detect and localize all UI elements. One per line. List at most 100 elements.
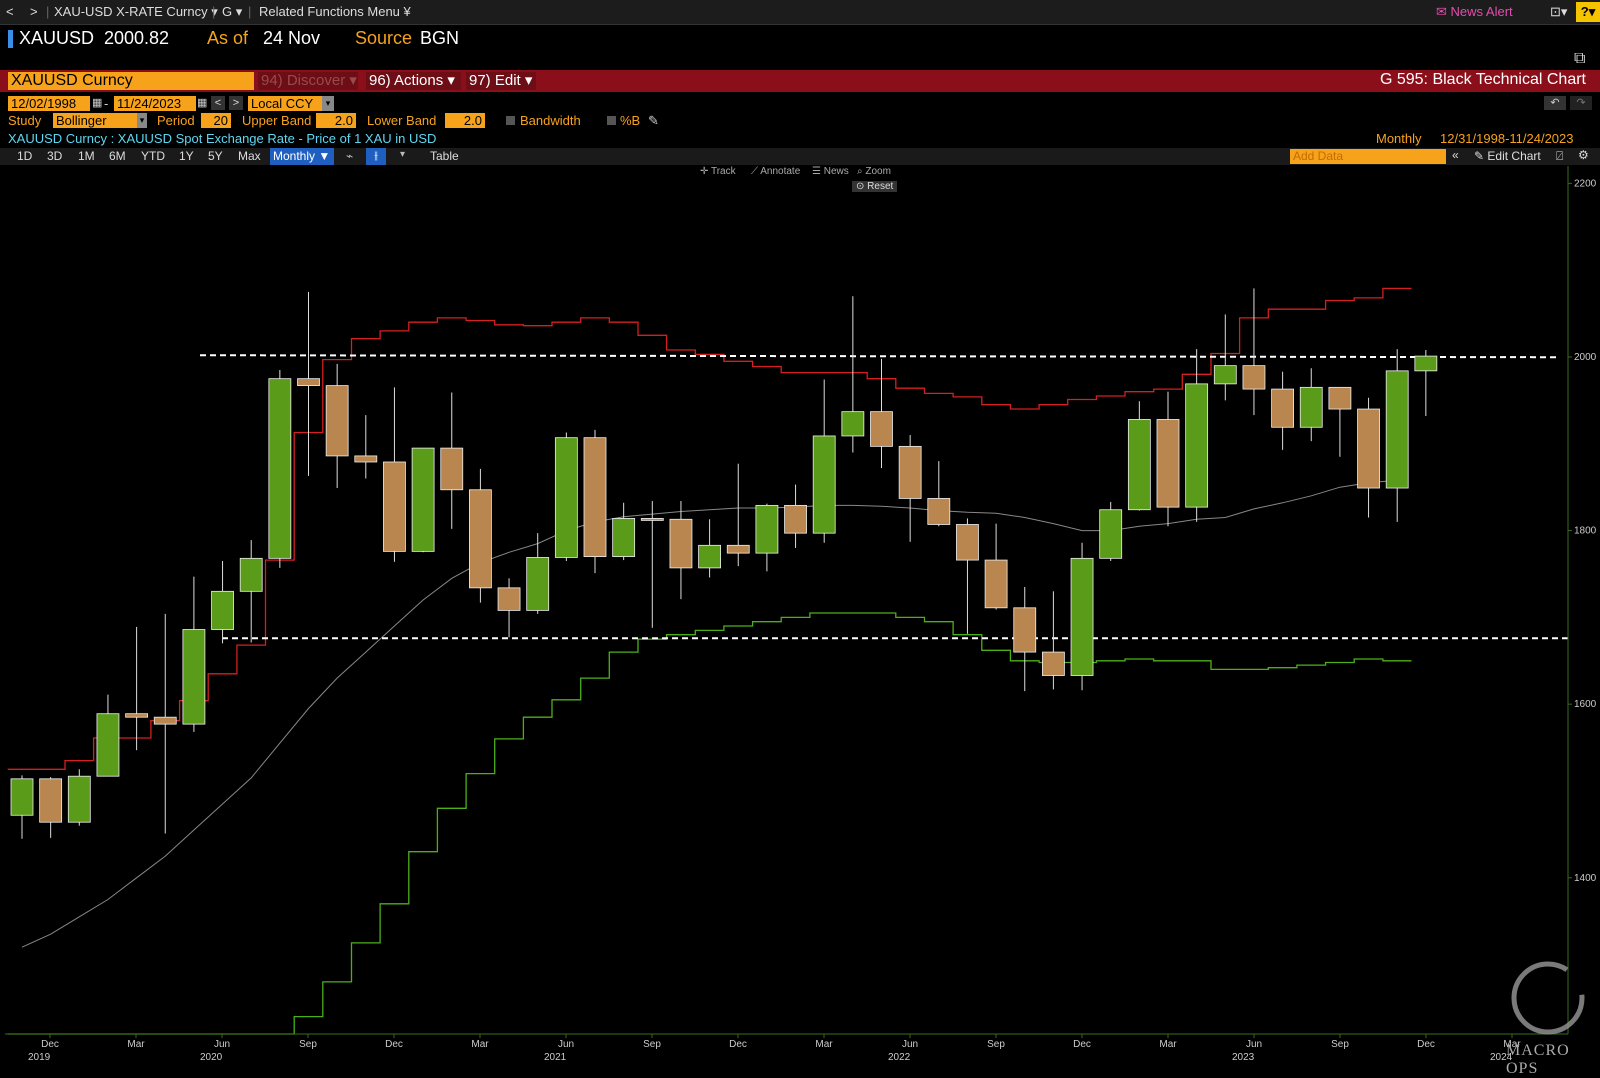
lower-band-line (7, 612, 1412, 1035)
gear-icon[interactable]: ⚙ (1578, 148, 1589, 162)
actions-label: 96) Actions (369, 72, 444, 89)
x-tick-label: Sep (987, 1039, 1005, 1050)
bandwidth-checkbox[interactable] (506, 116, 515, 125)
discover-menu[interactable]: 94) Discover ▾ (258, 72, 358, 90)
table-button[interactable]: Table (430, 149, 459, 163)
candle-body (1070, 557, 1094, 676)
pctb-checkbox[interactable] (607, 116, 616, 125)
x-tick-label: Dec (729, 1039, 747, 1050)
range-1m-button[interactable]: 1M (78, 149, 95, 163)
range-6m-button[interactable]: 6M (109, 149, 126, 163)
redo-icon[interactable]: ↷ (1570, 96, 1592, 110)
function-dropdown[interactable]: G ▾ (222, 4, 242, 20)
chevron-down-icon[interactable]: ▾ (322, 96, 334, 111)
candle-body (297, 378, 320, 387)
upper-band-input[interactable]: 2.0 (316, 113, 356, 128)
calendar-icon[interactable]: ▦ (92, 96, 102, 109)
forward-button[interactable]: > (30, 4, 38, 19)
start-date-input[interactable]: 12/02/1998 (8, 96, 90, 111)
security-input[interactable]: XAUUSD Curncy (8, 72, 254, 90)
news-alert-button[interactable]: ✉ News Alert (1436, 4, 1513, 20)
currency-select[interactable]: Local CCY (248, 96, 322, 111)
x-year-label: 2020 (200, 1052, 223, 1063)
add-data-placeholder: Add Data (1293, 149, 1344, 163)
range-5y-button[interactable]: 5Y (208, 149, 223, 163)
candle-body (1271, 388, 1294, 428)
next-period-button[interactable]: > (229, 96, 243, 110)
source-value: BGN (420, 28, 460, 48)
periodicity-select[interactable]: Monthly ▼ (270, 148, 334, 165)
y-tick-label: 2200 (1574, 178, 1597, 189)
popout-icon[interactable]: ⧉ (1574, 50, 1585, 68)
candle-body (268, 378, 292, 559)
pctb-label: %B (620, 113, 641, 128)
date-range-row: 12/02/1998 ▦ - 11/24/2023 ▦ < > Local CC… (0, 96, 1600, 113)
collapse-icon[interactable]: « (1452, 148, 1459, 162)
edit-chart-button[interactable]: ✎ Edit Chart (1474, 149, 1541, 163)
candle-body (726, 544, 750, 554)
window-menu-icon[interactable]: ⊡▾ (1550, 4, 1567, 20)
x-tick-label: Sep (1331, 1039, 1349, 1050)
y-tick-label: 1400 (1574, 873, 1597, 884)
candle-body (784, 504, 807, 534)
candle-body (583, 437, 607, 557)
news-alert-label: News Alert (1450, 4, 1513, 19)
undo-icon[interactable]: ↶ (1544, 96, 1566, 110)
separator: | (212, 4, 216, 19)
lower-band-input[interactable]: 2.0 (445, 113, 485, 128)
x-tick-label: Dec (385, 1039, 403, 1050)
separator: | (248, 4, 252, 19)
pencil-icon[interactable]: ✎ (648, 113, 659, 129)
actions-menu[interactable]: 96) Actions ▾ (366, 72, 461, 90)
chevron-down-icon[interactable]: ▾ (137, 113, 147, 128)
price-chart[interactable]: 1400 1600 1800 2000 2200 Dec 2019 Mar Jun 2020 Se… (0, 166, 1600, 1066)
back-button[interactable]: < (6, 4, 14, 19)
x-tick-label: Jun (902, 1039, 918, 1050)
candle-body (10, 778, 34, 816)
edit-label: 97) Edit (469, 72, 521, 89)
calendar-icon[interactable]: ▦ (197, 96, 207, 109)
chart-description: XAUUSD Curncy : XAUUSD Spot Exchange Rat… (8, 131, 437, 146)
x-tick-label: Sep (643, 1039, 661, 1050)
edit-icon[interactable]: ⍁ (1556, 149, 1563, 164)
chevron-down-icon[interactable]: ▾ (400, 149, 405, 160)
range-1d-button[interactable]: 1D (17, 149, 32, 163)
prev-period-button[interactable]: < (211, 96, 225, 110)
candle-body (841, 411, 865, 437)
x-tick-label: Dec (1417, 1039, 1435, 1050)
candle-body (1013, 607, 1037, 653)
x-tick-label: Jun (558, 1039, 574, 1050)
x-tick-label: Sep (299, 1039, 317, 1050)
range-3d-button[interactable]: 3D (47, 149, 62, 163)
x-year-label: 2022 (888, 1052, 911, 1063)
candle-body (956, 524, 979, 561)
chevron-down-icon: ▾ (349, 72, 357, 89)
function-title: G 595: Black Technical Chart (1379, 71, 1586, 88)
related-functions-menu[interactable]: Related Functions Menu ¥ (259, 4, 411, 19)
line-chart-icon[interactable]: ⌁ (346, 149, 353, 163)
related-functions-label: Related Functions Menu (259, 4, 400, 19)
security-dropdown[interactable]: XAU-USD X-RATE Curncy ▾ (54, 4, 218, 20)
candle-body (669, 518, 693, 569)
candle-body (640, 518, 664, 521)
edit-menu[interactable]: 97) Edit ▾ (466, 72, 536, 90)
range-1y-button[interactable]: 1Y (179, 149, 194, 163)
candle-body (526, 557, 550, 611)
add-data-input[interactable]: Add Data (1290, 149, 1446, 164)
candle-body (1185, 383, 1209, 508)
study-select[interactable]: Bollinger (53, 113, 137, 128)
candle-body (870, 411, 893, 447)
x-axis: Dec 2019 Mar Jun 2020 Sep Dec Mar Jun 2021 Sep Dec M… (5, 1033, 1568, 1063)
resistance-line (199, 354, 1561, 359)
candle-body (698, 544, 721, 569)
range-ytd-button[interactable]: YTD (141, 149, 165, 163)
help-button[interactable]: ?▾ (1576, 2, 1600, 22)
candle-body (1042, 651, 1065, 676)
range-max-button[interactable]: Max (238, 149, 261, 163)
source-label: Source (355, 28, 413, 48)
end-date-input[interactable]: 11/24/2023 (114, 96, 196, 111)
y-tick-label: 1800 (1574, 526, 1597, 537)
period-input[interactable]: 20 (201, 113, 231, 128)
x-tick-label: Mar (471, 1039, 489, 1050)
candle-chart-icon[interactable]: ⫲ (366, 148, 386, 165)
